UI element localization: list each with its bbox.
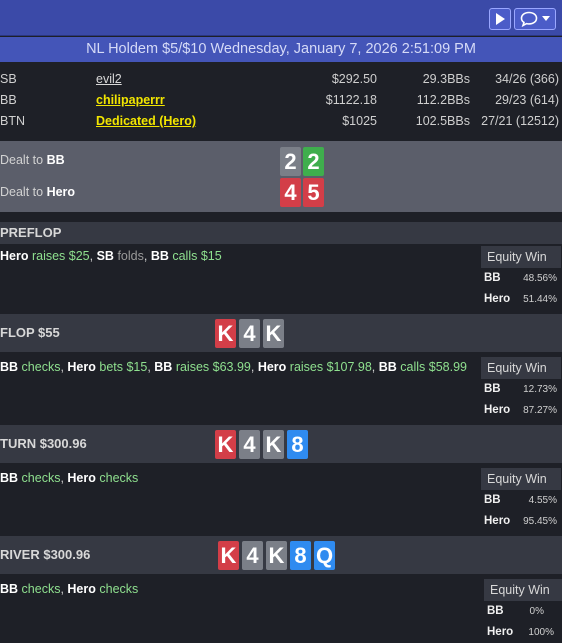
player-name-link[interactable]: chilipaperrr (96, 90, 165, 111)
board-card: 4 (242, 541, 263, 570)
player-stats: 34/26 (366) (495, 72, 559, 86)
equity-row: BB 12.73% (484, 383, 557, 395)
street-actions: BB checks, Hero checks (0, 582, 139, 596)
player-row: SB evil2 $292.50 29.3BBs 34/26 (366) (0, 69, 562, 90)
equity-row: Hero 87.27% (484, 404, 557, 416)
player-stack: $292.50 (331, 72, 377, 86)
dealt-label: Dealt to BB (0, 153, 65, 167)
chat-menu-button[interactable] (514, 8, 556, 30)
player-name-link[interactable]: Dedicated (Hero) (96, 111, 196, 132)
equity-panel: Equity Win BB 48.56% Hero 51.44% (481, 246, 561, 310)
board-card: K (263, 430, 284, 459)
play-icon (496, 13, 505, 25)
board-card: K (215, 430, 236, 459)
board-card: K (266, 541, 287, 570)
player-stack-bbs: 112.2BBs (416, 93, 470, 107)
equity-panel: Equity Win BB 0% Hero 100% (484, 579, 562, 643)
street-name: RIVER $300.96 (0, 547, 91, 562)
street-actions: BB checks, Hero bets $15, BB raises $63.… (0, 360, 467, 374)
board-card: 4 (239, 430, 260, 459)
player-stats: 29/23 (614) (495, 93, 559, 107)
equity-row: Hero 95.45% (484, 515, 557, 527)
board-card: K (263, 319, 284, 348)
player-position: SB (0, 72, 17, 86)
street-header-turn: TURN $300.96 K 4 K 8 (0, 425, 562, 463)
chat-bubble-icon (520, 11, 538, 27)
street-actions: BB checks, Hero checks (0, 471, 139, 485)
street-actions: Hero raises $25, SB folds, BB calls $15 (0, 249, 222, 263)
equity-panel: Equity Win BB 12.73% Hero 87.27% (481, 357, 561, 421)
board-card: 8 (287, 430, 308, 459)
player-name-link[interactable]: evil2 (96, 69, 122, 90)
equity-row: BB 4.55% (484, 494, 557, 506)
street-name: PREFLOP (0, 225, 62, 240)
board-card: K (215, 319, 236, 348)
street-header-river: RIVER $300.96 K 4 K 8 Q (0, 536, 562, 574)
equity-panel: Equity Win BB 4.55% Hero 95.45% (481, 468, 561, 532)
dealt-row: Dealt to BB 2 2 (0, 145, 562, 177)
street-header-flop: FLOP $55 K 4 K (0, 314, 562, 352)
board-card: 8 (290, 541, 311, 570)
chevron-down-icon (542, 16, 550, 21)
equity-header: Equity Win (481, 357, 561, 379)
player-stack-bbs: 29.3BBs (422, 72, 470, 86)
player-stats: 27/21 (12512) (481, 114, 559, 128)
equity-header: Equity Win (484, 579, 562, 601)
equity-row: Hero 51.44% (484, 293, 557, 305)
dealt-cards-panel: Dealt to BB 2 2 Dealt to Hero 4 5 (0, 141, 562, 212)
equity-row: BB 0% (487, 605, 544, 617)
board-card: K (218, 541, 239, 570)
board-card: Q (314, 541, 335, 570)
player-stack-bbs: 102.5BBs (415, 114, 470, 128)
card: 5 (303, 178, 324, 207)
card: 4 (280, 178, 301, 207)
card: 2 (303, 147, 324, 176)
player-stack: $1122.18 (325, 93, 377, 107)
player-stack: $1025 (342, 114, 377, 128)
player-position: BB (0, 93, 17, 107)
player-row: BTN Dedicated (Hero) $1025 102.5BBs 27/2… (0, 111, 562, 132)
board-card: 4 (239, 319, 260, 348)
player-row: BB chilipaperrr $1122.18 112.2BBs 29/23 … (0, 90, 562, 111)
replay-button[interactable] (489, 8, 511, 30)
dealt-label: Dealt to Hero (0, 185, 76, 199)
equity-header: Equity Win (481, 246, 561, 268)
players-table: SB evil2 $292.50 29.3BBs 34/26 (366) BB … (0, 62, 562, 141)
card: 2 (280, 147, 301, 176)
player-position: BTN (0, 114, 25, 128)
equity-row: Hero 100% (487, 626, 554, 638)
equity-row: BB 48.56% (484, 272, 557, 284)
street-name: FLOP $55 (0, 325, 60, 340)
street-header-preflop: PREFLOP (0, 222, 562, 244)
street-name: TURN $300.96 (0, 436, 87, 451)
equity-header: Equity Win (481, 468, 561, 490)
top-toolbar (0, 0, 562, 36)
hand-title: NL Holdem $5/$10 Wednesday, January 7, 2… (0, 37, 562, 62)
dealt-row: Dealt to Hero 4 5 (0, 177, 562, 209)
